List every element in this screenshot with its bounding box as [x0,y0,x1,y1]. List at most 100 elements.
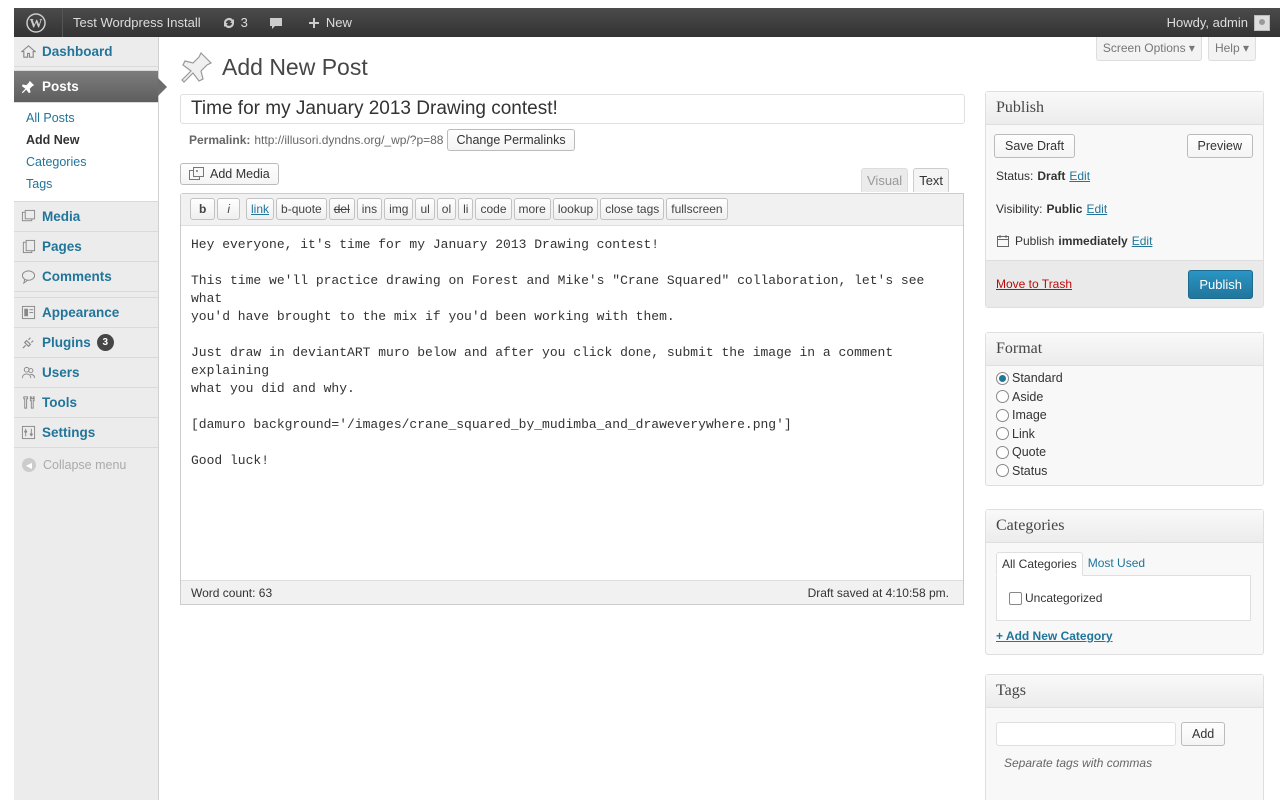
radio-selected[interactable] [996,371,1009,385]
tag-input[interactable] [996,722,1176,746]
add-tag-button[interactable]: Add [1181,722,1226,746]
qt-fullscreen-button[interactable]: fullscreen [666,198,728,220]
word-count: Word count: 63 [191,585,273,600]
qt-close-tags-button[interactable]: close tags [600,198,665,220]
menu-dashboard[interactable]: Dashboard [14,37,158,67]
submenu-categories[interactable]: Categories [26,151,158,173]
menu-pages[interactable]: Pages [14,232,158,262]
post-title-input[interactable]: Time for my January 2013 Drawing contest… [180,94,965,124]
menu-tools[interactable]: Tools [14,388,158,418]
menu-comments[interactable]: Comments [14,262,158,292]
menu-posts-label: Posts [42,79,79,94]
tab-most-used[interactable]: Most Used [1083,552,1150,576]
qt-ul-button[interactable]: ul [415,198,435,220]
permalink-row: Permalink: http://illusori.dyndns.org/_w… [189,129,575,151]
format-option-standard[interactable]: Standard [986,369,1263,388]
radio[interactable] [996,427,1009,441]
admin-sidebar-menu: Dashboard Posts All Posts Add New Catego… [14,37,167,800]
tags-hint: Separate tags with commas [1004,756,1153,770]
screen-options-button[interactable]: Screen Options ▾ [1095,37,1202,61]
tab-all-categories[interactable]: All Categories [996,552,1083,576]
qt-del-button[interactable]: del [328,198,355,220]
format-label: Image [1012,408,1047,423]
user-account-menu[interactable]: Howdy, admin [1157,8,1280,37]
radio[interactable] [996,390,1009,404]
wordpress-logo-button[interactable]: W [14,8,62,37]
updates-button[interactable]: 3 [211,8,258,37]
format-label: Standard [1012,371,1063,386]
preview-button[interactable]: Preview [1186,134,1253,158]
add-media-button[interactable]: Add Media [180,163,279,185]
menu-plugins-label: Plugins [42,335,91,350]
publish-button[interactable]: Publish [1188,269,1253,299]
collapse-menu-button[interactable]: ◀ Collapse menu [14,448,158,482]
format-option-link[interactable]: Link [986,425,1263,444]
plus-icon [308,17,319,28]
radio[interactable] [996,445,1009,459]
category-checklist: Uncategorized [996,575,1251,621]
menu-users[interactable]: Users [14,358,158,388]
qt-lookup-button[interactable]: lookup [552,198,599,220]
radio[interactable] [996,408,1009,422]
tab-text[interactable]: Text [913,168,950,192]
menu-settings-label: Settings [42,425,96,440]
menu-media[interactable]: Media [14,202,158,232]
qt-code-button[interactable]: code [475,198,512,220]
comments-button[interactable] [258,8,298,37]
page-title: Add New Post [222,53,368,80]
new-content-button[interactable]: New [298,8,362,37]
help-button[interactable]: Help ▾ [1207,37,1256,61]
qt-li-button[interactable]: li [458,198,474,220]
change-permalinks-button[interactable]: Change Permalinks [447,129,575,151]
save-draft-button[interactable]: Save Draft [994,134,1076,158]
tab-visual[interactable]: Visual [861,168,909,192]
format-option-status[interactable]: Status [986,462,1263,481]
qt-italic-button[interactable]: i [217,198,241,220]
tags-heading[interactable]: Tags [986,675,1263,708]
qt-img-button[interactable]: img [384,198,414,220]
menu-tools-label: Tools [42,395,77,410]
publish-heading[interactable]: Publish [986,92,1263,125]
format-option-image[interactable]: Image [986,406,1263,425]
categories-box: Categories All Categories Most Used Unca… [985,509,1264,655]
plug-icon [20,335,36,351]
qt-ol-button[interactable]: ol [436,198,457,220]
format-box: Format Standard Aside Image Link Quote S… [985,332,1264,486]
submenu-tags[interactable]: Tags [26,173,158,195]
menu-plugins[interactable]: Plugins 3 [14,328,158,358]
qt-blockquote-button[interactable]: b-quote [276,198,327,220]
new-label: New [325,15,352,30]
menu-settings[interactable]: Settings [14,418,158,448]
qt-link-button[interactable]: link [246,198,275,220]
plugins-update-badge: 3 [96,334,114,351]
categories-heading[interactable]: Categories [986,510,1263,543]
edit-schedule-link[interactable]: Edit [1132,234,1153,248]
category-checkbox[interactable] [1009,591,1022,605]
radio[interactable] [996,464,1009,478]
format-option-quote[interactable]: Quote [986,443,1263,462]
settings-icon [20,425,36,441]
window-right-border [1276,0,1280,800]
add-media-label: Add Media [210,167,270,181]
users-icon [20,365,36,381]
qt-bold-button[interactable]: b [190,198,216,220]
menu-appearance[interactable]: Appearance [14,298,158,328]
svg-text:W: W [30,15,43,30]
qt-more-button[interactable]: more [513,198,551,220]
edit-visibility-link[interactable]: Edit [1086,202,1107,216]
refresh-icon [223,17,234,28]
post-content-textarea[interactable]: Hey everyone, it's time for my January 2… [181,226,963,584]
add-new-category-link[interactable]: + Add New Category [986,621,1263,651]
format-heading[interactable]: Format [986,333,1263,366]
permalink-url[interactable]: http://illusori.dyndns.org/_wp/?p=88 [254,133,443,147]
site-name-link[interactable]: Test Wordpress Install [63,8,211,37]
visibility-row: Visibility: Public Edit [986,202,1263,216]
submenu-add-new[interactable]: Add New [26,129,158,151]
menu-posts[interactable]: Posts [14,71,167,103]
move-to-trash-link[interactable]: Move to Trash [996,277,1072,291]
submenu-all-posts[interactable]: All Posts [26,107,158,129]
media-icon [20,209,36,225]
format-option-aside[interactable]: Aside [986,388,1263,407]
qt-ins-button[interactable]: ins [356,198,383,220]
edit-status-link[interactable]: Edit [1069,169,1090,183]
